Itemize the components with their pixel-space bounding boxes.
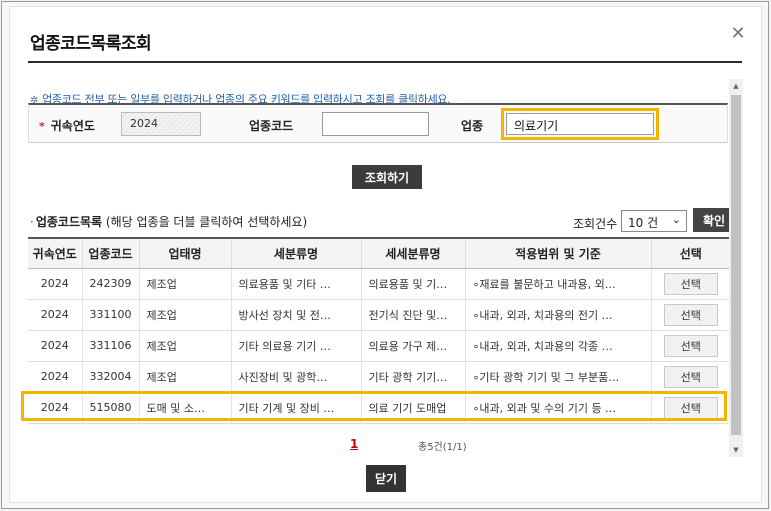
column-header: 적용범위 및 기준 <box>465 237 652 269</box>
table-row[interactable]: 2024 331106 제조업 기타 의료용 기기 … 의료용 가구 제… ∘내… <box>28 330 730 362</box>
detail-class-cell: 전기식 진단 및… <box>361 299 466 331</box>
industry-label: 업종 <box>461 119 484 133</box>
subclass-cell: 사진장비 및 광학… <box>231 361 362 393</box>
count-select[interactable]: 10 건 ⌄ <box>621 210 687 232</box>
scope-cell: ∘내과, 외과, 치과용의 전기 … <box>465 299 652 331</box>
list-bullet: · <box>30 215 34 229</box>
select-cell: 선택 <box>651 299 730 331</box>
dialog-title: 업종코드목록조회 <box>30 34 152 54</box>
table-header-row: 귀속연도 업종코드 업태명 세분류명 세세분류명 적용범위 및 기준 선택 <box>28 237 730 269</box>
select-cell: 선택 <box>651 392 730 424</box>
column-header: 귀속연도 <box>28 237 83 269</box>
year-label-text: 귀속연도 <box>50 119 95 133</box>
scroll-down-icon[interactable]: ▼ <box>729 443 743 457</box>
title-divider <box>28 61 742 63</box>
count-value: 10 건 <box>628 216 659 230</box>
detail-class-cell: 의료 기기 도매업 <box>361 392 466 424</box>
select-button[interactable]: 선택 <box>663 272 718 295</box>
industry-code-dialog: 업종코드목록조회 ✕ ✲ 업종코드 전부 또는 일부를 입력하거나 업종의 주요 … <box>9 6 762 503</box>
select-button[interactable]: 선택 <box>663 365 718 388</box>
search-form: * 귀속연도 2024 업종코드 업종 의료기기 <box>28 103 728 143</box>
code-cell: 242309 <box>82 268 140 300</box>
year-cell: 2024 <box>28 392 83 424</box>
page-link[interactable]: 1 <box>350 437 358 451</box>
type-cell: 제조업 <box>139 268 232 300</box>
code-cell: 332004 <box>82 361 140 393</box>
search-button[interactable]: 조회하기 <box>352 165 422 189</box>
total-count: 총5건(1/1) <box>418 442 467 453</box>
code-cell: 515080 <box>82 392 140 424</box>
year-label: * 귀속연도 <box>39 117 95 134</box>
subclass-cell: 의료용품 및 기타 … <box>231 268 362 300</box>
required-mark: * <box>39 120 45 133</box>
year-cell: 2024 <box>28 299 83 331</box>
scope-cell: ∘내과, 외과, 치과용의 각종 … <box>465 330 652 362</box>
subclass-cell: 기타 의료용 기기 … <box>231 330 362 362</box>
year-cell: 2024 <box>28 361 83 393</box>
scope-cell: ∘기타 광학 기기 및 그 부분품… <box>465 361 652 393</box>
year-cell: 2024 <box>28 330 83 362</box>
detail-class-cell: 기타 광학 기기… <box>361 361 466 393</box>
count-label: 조회건수 <box>573 217 618 231</box>
column-header: 업태명 <box>139 237 232 269</box>
scrollbar[interactable]: ▲ ▼ <box>729 79 743 457</box>
column-header: 세세분류명 <box>361 237 466 269</box>
year-cell: 2024 <box>28 268 83 300</box>
select-button[interactable]: 선택 <box>663 396 718 419</box>
type-cell: 제조업 <box>139 361 232 393</box>
industry-input[interactable]: 의료기기 <box>506 113 654 135</box>
table-row[interactable]: 2024 515080 도매 및 소… 기타 기계 및 장비 … 의료 기기 도… <box>28 392 730 424</box>
column-header: 선택 <box>651 237 730 269</box>
subclass-cell: 기타 기계 및 장비 … <box>231 392 362 424</box>
table-row[interactable]: 2024 242309 제조업 의료용품 및 기타 … 의료용품 및 기… ∘재… <box>28 268 730 300</box>
table-row[interactable]: 2024 331100 제조업 방사선 장치 및 전… 전기식 진단 및… ∘내… <box>28 299 730 331</box>
scope-cell: ∘내과, 외과 및 수의 기기 등 … <box>465 392 652 424</box>
type-cell: 제조업 <box>139 299 232 331</box>
detail-class-cell: 의료용품 및 기… <box>361 268 466 300</box>
scope-cell: ∘재료를 불문하고 내과용, 외… <box>465 268 652 300</box>
select-cell: 선택 <box>651 361 730 393</box>
close-icon[interactable]: ✕ <box>726 22 750 46</box>
select-cell: 선택 <box>651 268 730 300</box>
type-cell: 도매 및 소… <box>139 392 232 424</box>
close-button[interactable]: 닫기 <box>366 465 406 492</box>
code-input[interactable] <box>322 112 429 136</box>
column-header: 업종코드 <box>82 237 140 269</box>
scroll-up-icon[interactable]: ▲ <box>729 79 743 93</box>
table-row[interactable]: 2024 332004 제조업 사진장비 및 광학… 기타 광학 기기… ∘기타… <box>28 361 730 393</box>
chevron-down-icon: ⌄ <box>671 213 681 226</box>
dialog-content: ✲ 업종코드 전부 또는 일부를 입력하거나 업종의 주요 키워드를 입력하시고 … <box>28 69 744 461</box>
code-label: 업종코드 <box>249 119 294 133</box>
list-title-text: 업종코드목록 <box>35 215 103 229</box>
scrollbar-thumb[interactable] <box>731 95 741 435</box>
select-cell: 선택 <box>651 330 730 362</box>
type-cell: 제조업 <box>139 330 232 362</box>
column-header: 세분류명 <box>231 237 362 269</box>
code-cell: 331100 <box>82 299 140 331</box>
code-cell: 331106 <box>82 330 140 362</box>
list-hint: (해당 업종을 더블 클릭하여 선택하세요) <box>105 215 308 229</box>
year-field: 2024 <box>121 112 201 136</box>
list-title: · 업종코드목록 (해당 업종을 더블 클릭하여 선택하세요) <box>30 213 307 230</box>
industry-input-highlight: 의료기기 <box>501 108 659 140</box>
select-button[interactable]: 선택 <box>663 334 718 357</box>
detail-class-cell: 의료용 가구 제… <box>361 330 466 362</box>
subclass-cell: 방사선 장치 및 전… <box>231 299 362 331</box>
industry-code-table: 귀속연도 업종코드 업태명 세분류명 세세분류명 적용범위 및 기준 선택 20… <box>28 237 730 424</box>
select-button[interactable]: 선택 <box>663 303 718 326</box>
